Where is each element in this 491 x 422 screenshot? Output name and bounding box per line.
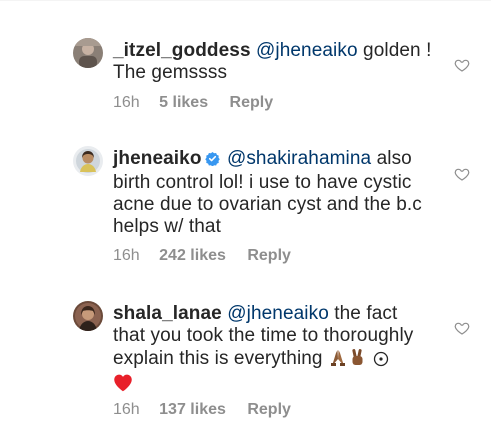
heart-outline-icon (454, 322, 470, 335)
comment-line: that you took the time to thoroughly (113, 325, 414, 346)
comment-text-segment: also (371, 148, 412, 169)
comment-meta: 16h 137 likes Reply (113, 401, 291, 419)
comments-screen: _itzel_goddess @jheneaiko golden ! The g… (0, 0, 491, 422)
mention-link[interactable]: @jheneaiko (256, 40, 358, 61)
comment-line: helps w/ that (113, 216, 221, 237)
comment-line: jheneaiko @shakirahamina also (113, 148, 443, 172)
comment-meta: 16h 242 likes Reply (113, 247, 291, 265)
comment-line: acne due to ovarian cyst and the b.c (113, 194, 422, 215)
timestamp: 16h (113, 247, 140, 264)
reply-button[interactable]: Reply (247, 247, 291, 265)
likes-count[interactable]: 5 likes (159, 94, 208, 112)
comment-text: shala_lanae @jheneaiko the fact that you… (113, 303, 443, 398)
comment-line: shala_lanae @jheneaiko the fact (113, 303, 443, 325)
like-button[interactable] (454, 57, 470, 73)
comment-text-segment: explain this is everything (113, 348, 323, 369)
comment-line: _itzel_goddess @jheneaiko golden ! (113, 40, 443, 62)
comment-username[interactable]: jheneaiko (113, 148, 202, 169)
avatar-photo-icon (73, 301, 103, 331)
comment-text-segment: the fact (328, 303, 398, 324)
verified-badge-icon (204, 150, 220, 172)
red-heart-icon (113, 373, 133, 398)
sun-symbol-icon (373, 351, 389, 373)
likes-count[interactable]: 137 likes (159, 401, 226, 419)
avatar[interactable] (73, 38, 103, 68)
comment-line: birth control lol! i use to have cystic (113, 172, 412, 193)
reply-button[interactable]: Reply (247, 401, 291, 419)
comment-username[interactable]: _itzel_goddess (113, 40, 251, 61)
heart-outline-icon (454, 59, 470, 72)
mention-link[interactable]: @jheneaiko (227, 303, 329, 324)
like-button[interactable] (454, 166, 470, 182)
heart-outline-icon (454, 168, 470, 181)
reply-button[interactable]: Reply (230, 94, 274, 112)
divider (0, 0, 491, 1)
comment-line (113, 373, 443, 398)
folded-hands-icon (328, 347, 348, 373)
avatar-photo-icon (73, 38, 103, 68)
comment-line: The gemssss (113, 62, 228, 83)
comment-meta: 16h 5 likes Reply (113, 94, 273, 112)
victory-hand-icon (348, 347, 368, 373)
avatar[interactable] (73, 301, 103, 331)
comment-text: _itzel_goddess @jheneaiko golden ! The g… (113, 40, 443, 84)
timestamp: 16h (113, 401, 140, 418)
mention-link[interactable]: @shakirahamina (227, 148, 371, 169)
avatar-photo-icon (73, 146, 103, 176)
comment-text: jheneaiko @shakirahamina also birth cont… (113, 148, 443, 238)
likes-count[interactable]: 242 likes (159, 247, 226, 265)
avatar[interactable] (73, 146, 103, 176)
comment-username[interactable]: shala_lanae (113, 303, 222, 324)
comment-text-segment: golden ! (357, 40, 432, 61)
timestamp: 16h (113, 94, 140, 111)
comment-line: explain this is everything (113, 347, 443, 373)
like-button[interactable] (454, 320, 470, 336)
